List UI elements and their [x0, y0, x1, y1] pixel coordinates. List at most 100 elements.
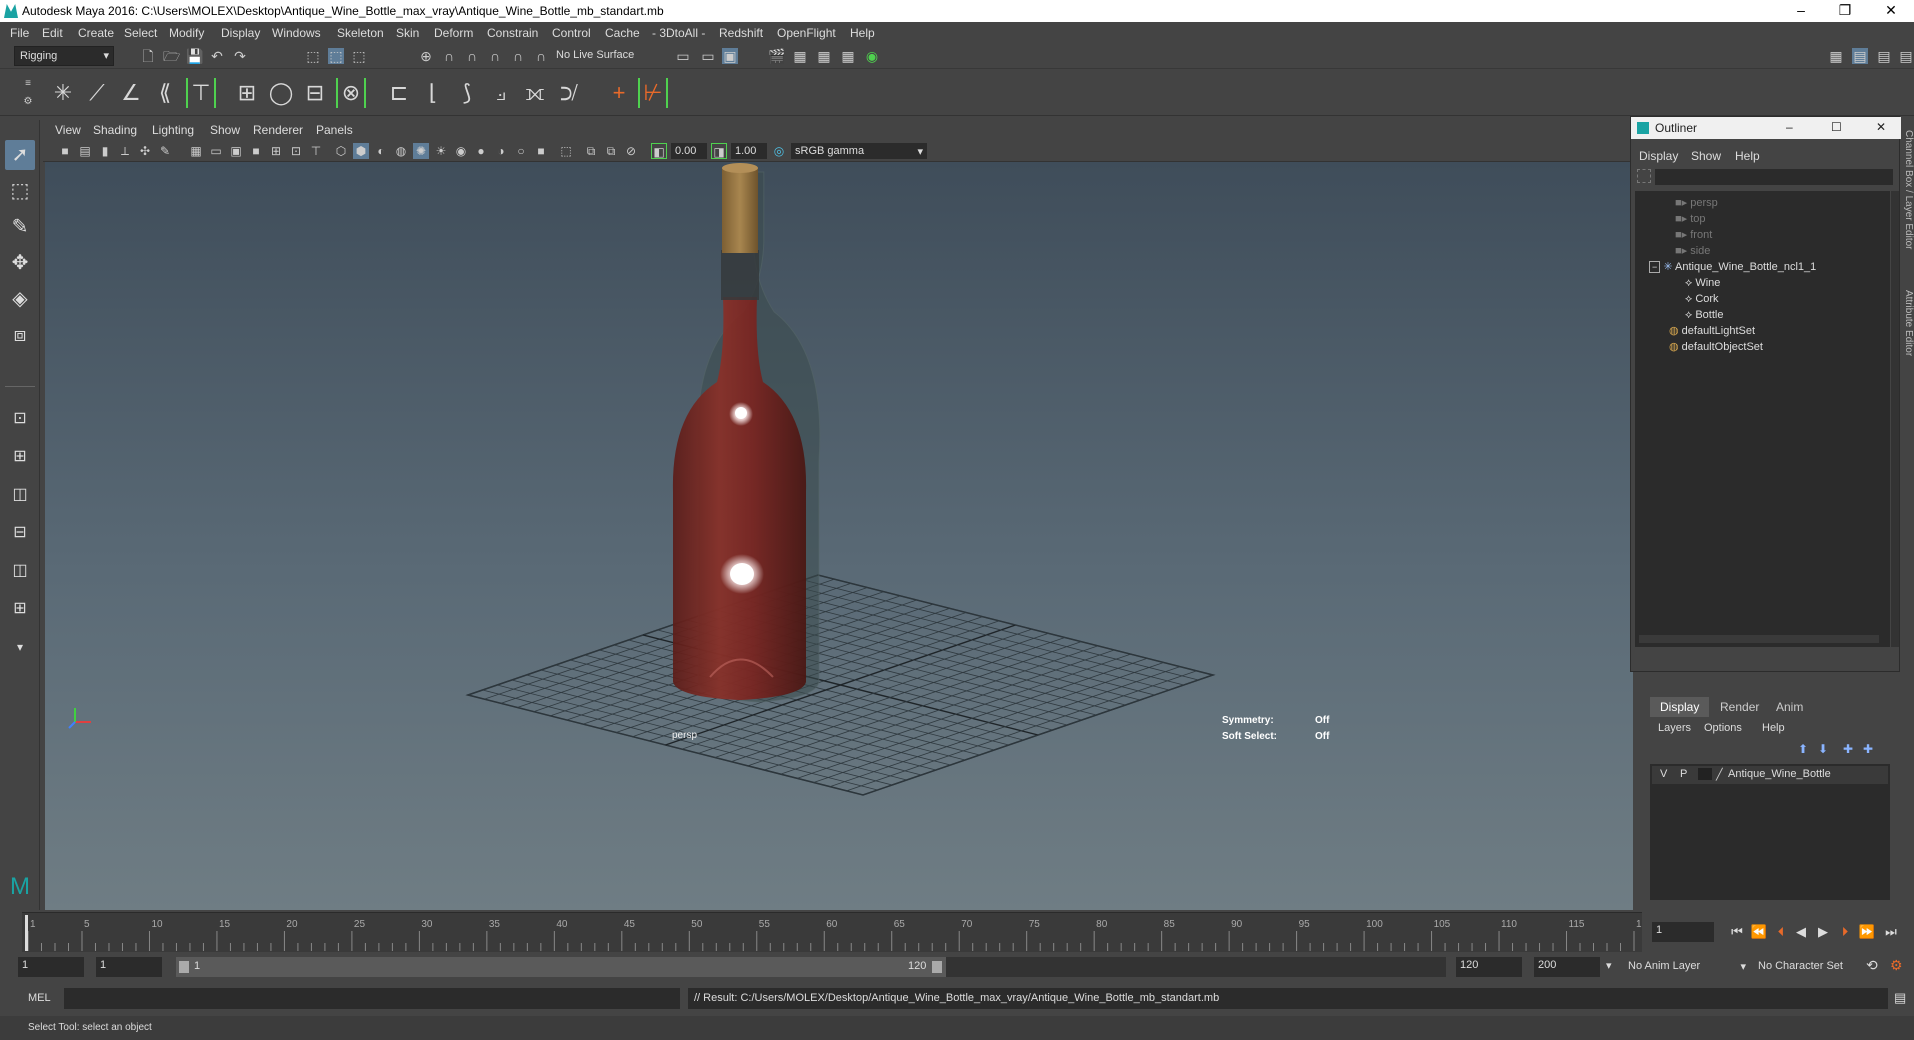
outliner-menu-show[interactable]: Show [1691, 149, 1721, 163]
anim-layer-dropdown[interactable]: No Anim Layer ▾ [1622, 957, 1750, 977]
auto-key-icon[interactable]: ⟲ [1866, 957, 1878, 974]
select-object-icon[interactable]: ⬚ [328, 48, 344, 64]
smooth-bind-icon[interactable]: ⌊ [418, 78, 448, 108]
command-input[interactable] [64, 988, 680, 1009]
step-back-frame-icon[interactable]: ⏴ [1772, 924, 1790, 940]
sculpt-icon[interactable]: ⊗ [336, 78, 366, 108]
more-layouts-icon[interactable]: ▾ [5, 632, 35, 662]
xray-joints-icon[interactable]: ⧉ [583, 143, 599, 159]
film-gate-icon[interactable]: ▭ [208, 143, 224, 159]
safe-title-icon[interactable]: ⊤ [308, 143, 324, 159]
safe-action-icon[interactable]: ⊡ [288, 143, 304, 159]
shelf-options-icon[interactable]: ≡ [20, 76, 36, 92]
layer-color-icon[interactable]: ╱ [1716, 768, 1723, 781]
panel-menu-lighting[interactable]: Lighting [152, 123, 194, 137]
close-icon[interactable]: ✕ [1876, 120, 1886, 134]
minimize-button[interactable]: – [1786, 2, 1816, 18]
tree-item-persp[interactable]: ■▸ persp [1675, 195, 1718, 211]
script-editor-icon[interactable]: ▤ [1894, 990, 1906, 1006]
menu-create[interactable]: Create [78, 26, 114, 40]
four-pane-layout-icon[interactable]: ⊞ [5, 442, 35, 472]
start-time-field[interactable]: 1 [18, 957, 84, 977]
hypershade-icon[interactable]: ◉ [864, 48, 880, 64]
tree-item-cork[interactable]: ⟡ Cork [1685, 291, 1719, 307]
screen-space-ao-icon[interactable]: ◉ [453, 143, 469, 159]
panel-menu-panels[interactable]: Panels [316, 123, 353, 137]
multisample-aa-icon[interactable]: ◑ [493, 143, 509, 159]
tree-item-side[interactable]: ■▸ side [1675, 243, 1710, 259]
vertical-scrollbar[interactable] [1891, 191, 1899, 647]
go-to-start-icon[interactable]: ⏮ [1728, 924, 1746, 940]
current-frame-field[interactable]: 1 [1652, 922, 1714, 942]
bookmark-icon[interactable]: ▮ [97, 143, 113, 159]
motion-blur-icon[interactable]: ● [473, 143, 489, 159]
new-layer-icon[interactable]: ✚ [1843, 742, 1853, 756]
layer-menu-options[interactable]: Options [1704, 722, 1742, 734]
outliner-layout-icon[interactable]: ⊞ [5, 594, 35, 624]
bind-skin-icon[interactable]: ⊏ [384, 78, 414, 108]
aim-constraint-icon[interactable]: ⊬ [638, 78, 668, 108]
script-language-toggle[interactable]: MEL [28, 992, 51, 1004]
collapse-icon[interactable]: − [1649, 261, 1661, 273]
close-button[interactable]: ✕ [1876, 2, 1906, 19]
panel-menu-renderer[interactable]: Renderer [253, 123, 303, 137]
snap-curve-icon[interactable]: ∩ [441, 48, 457, 64]
menu-windows[interactable]: Windows [272, 26, 321, 40]
menu-edit[interactable]: Edit [42, 26, 63, 40]
image-plane-icon[interactable]: ⟂ [117, 143, 133, 159]
move-layer-up-icon[interactable]: ⬆ [1798, 742, 1808, 756]
play-forwards-icon[interactable]: ▶ [1814, 924, 1832, 940]
magnet-icon[interactable]: ∩ [533, 48, 549, 64]
move-tool-icon[interactable]: ✥ [5, 248, 35, 278]
joint-tool-icon[interactable]: ✳ [48, 78, 78, 108]
new-scene-icon[interactable]: 🗋 [140, 48, 156, 64]
exposure-icon[interactable]: ◧ [651, 143, 667, 159]
ik-handle-icon[interactable]: ⟋ [82, 78, 112, 108]
tree-item-defaultobjectset[interactable]: ◍ defaultObjectSet [1669, 339, 1763, 355]
minimize-icon[interactable]: – [1786, 120, 1793, 134]
layer-row[interactable]: V P ╱ Antique_Wine_Bottle [1652, 766, 1888, 784]
modeling-toolkit-icon[interactable]: ▦ [1828, 48, 1844, 64]
menu-openflight[interactable]: OpenFlight [777, 26, 836, 40]
range-slider[interactable]: 1 120 [176, 957, 946, 977]
rotate-tool-icon[interactable]: ◈ [5, 284, 35, 314]
range-start-handle[interactable] [179, 961, 189, 973]
grease-pencil-icon[interactable]: ✎ [157, 143, 173, 159]
gamma-icon[interactable]: ◨ [711, 143, 727, 159]
menuset-dropdown[interactable]: Rigging ▾ [14, 46, 114, 66]
tree-item-bottle[interactable]: ⟡ Bottle [1685, 307, 1723, 323]
layer-type-toggle[interactable] [1698, 768, 1712, 780]
outliner-menu-display[interactable]: Display [1639, 149, 1678, 163]
select-tool-icon[interactable]: ➚ [5, 140, 35, 170]
go-to-bindpose-icon[interactable]: ⟗ [520, 78, 550, 108]
io-icon[interactable]: ▭ [700, 48, 716, 64]
attribute-editor-tab[interactable]: Attribute Editor [1900, 290, 1914, 410]
panel-menu-view[interactable]: View [55, 123, 81, 137]
panel-menu-show[interactable]: Show [210, 123, 240, 137]
current-time-marker[interactable] [25, 915, 28, 951]
snap-point-icon[interactable]: ∩ [464, 48, 480, 64]
menu-constrain[interactable]: Constrain [487, 26, 538, 40]
colorspace-dropdown[interactable]: sRGB gamma ▾ [791, 143, 927, 159]
outliner-menu-help[interactable]: Help [1735, 149, 1760, 163]
attribute-editor-toggle-icon[interactable]: ▤ [1852, 48, 1868, 64]
menu-control[interactable]: Control [552, 26, 591, 40]
character-set-dropdown[interactable]: No Character Set [1752, 957, 1864, 977]
ipr-icon[interactable]: ▣ [722, 48, 738, 64]
select-component-icon[interactable]: ⬚ [351, 48, 367, 64]
tree-item-wine[interactable]: ⟡ Wine [1685, 275, 1720, 291]
menu-redshift[interactable]: Redshift [719, 26, 763, 40]
menu-modify[interactable]: Modify [169, 26, 204, 40]
new-layer-selected-icon[interactable]: ✚ [1863, 742, 1873, 756]
maximize-icon[interactable]: ☐ [1831, 120, 1842, 134]
render-icon[interactable]: 🎬 [768, 48, 785, 64]
render-settings-icon[interactable]: ▦ [840, 48, 856, 64]
mirror-joint-icon[interactable]: ⟪ [150, 78, 180, 108]
perspective-viewport[interactable]: persp Symmetry: Off Soft Select: Off [45, 162, 1633, 910]
gate-mask-icon[interactable]: ■ [248, 143, 264, 159]
menu-3dtoall[interactable]: - 3DtoAll - [652, 26, 705, 40]
anim-end-field[interactable]: 120 [1456, 957, 1522, 977]
field-chart-icon[interactable]: ⊞ [268, 143, 284, 159]
restore-button[interactable]: ❐ [1830, 2, 1860, 19]
tree-item-front[interactable]: ■▸ front [1675, 227, 1712, 243]
